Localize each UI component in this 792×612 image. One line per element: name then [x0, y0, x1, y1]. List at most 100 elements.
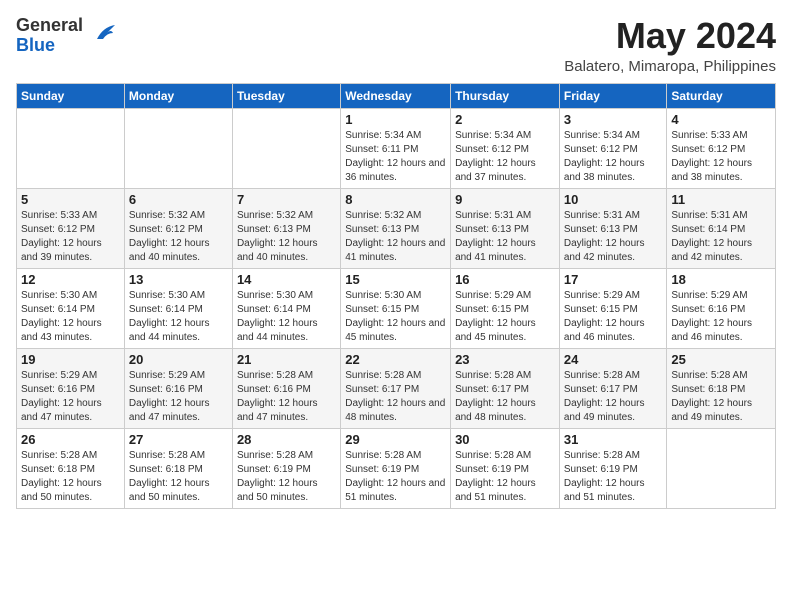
day-info: Sunrise: 5:31 AMSunset: 6:14 PMDaylight:… — [671, 209, 771, 265]
day-info: Sunrise: 5:28 AMSunset: 6:18 PMDaylight:… — [129, 449, 228, 505]
day-number: 2 — [455, 112, 555, 127]
day-number: 23 — [455, 352, 555, 367]
day-number: 9 — [455, 192, 555, 207]
day-info: Sunrise: 5:32 AMSunset: 6:12 PMDaylight:… — [129, 209, 228, 265]
day-info: Sunrise: 5:30 AMSunset: 6:14 PMDaylight:… — [129, 289, 228, 345]
day-info: Sunrise: 5:33 AMSunset: 6:12 PMDaylight:… — [671, 129, 771, 185]
day-number: 21 — [237, 352, 336, 367]
day-info: Sunrise: 5:28 AMSunset: 6:19 PMDaylight:… — [564, 449, 663, 505]
calendar-table: Sunday Monday Tuesday Wednesday Thursday… — [16, 83, 776, 509]
table-row: 1 Sunrise: 5:34 AMSunset: 6:11 PMDayligh… — [341, 108, 451, 188]
col-thursday: Thursday — [451, 83, 560, 108]
day-info: Sunrise: 5:28 AMSunset: 6:17 PMDaylight:… — [564, 369, 663, 425]
table-row: 19 Sunrise: 5:29 AMSunset: 6:16 PMDaylig… — [17, 348, 125, 428]
day-number: 28 — [237, 432, 336, 447]
page: General Blue May 2024 Balatero, Mimaropa… — [0, 0, 792, 525]
table-row: 27 Sunrise: 5:28 AMSunset: 6:18 PMDaylig… — [124, 428, 232, 508]
table-row: 16 Sunrise: 5:29 AMSunset: 6:15 PMDaylig… — [451, 268, 560, 348]
day-info: Sunrise: 5:30 AMSunset: 6:14 PMDaylight:… — [237, 289, 336, 345]
day-number: 30 — [455, 432, 555, 447]
day-info: Sunrise: 5:28 AMSunset: 6:18 PMDaylight:… — [21, 449, 120, 505]
day-info: Sunrise: 5:34 AMSunset: 6:12 PMDaylight:… — [455, 129, 555, 185]
table-row: 9 Sunrise: 5:31 AMSunset: 6:13 PMDayligh… — [451, 188, 560, 268]
table-row: 22 Sunrise: 5:28 AMSunset: 6:17 PMDaylig… — [341, 348, 451, 428]
table-row: 29 Sunrise: 5:28 AMSunset: 6:19 PMDaylig… — [341, 428, 451, 508]
day-info: Sunrise: 5:29 AMSunset: 6:16 PMDaylight:… — [21, 369, 120, 425]
table-row: 18 Sunrise: 5:29 AMSunset: 6:16 PMDaylig… — [667, 268, 776, 348]
logo-blue: Blue — [16, 35, 55, 55]
day-number: 6 — [129, 192, 228, 207]
day-info: Sunrise: 5:28 AMSunset: 6:18 PMDaylight:… — [671, 369, 771, 425]
day-info: Sunrise: 5:29 AMSunset: 6:15 PMDaylight:… — [455, 289, 555, 345]
table-row: 14 Sunrise: 5:30 AMSunset: 6:14 PMDaylig… — [232, 268, 340, 348]
day-number: 22 — [345, 352, 446, 367]
table-row: 17 Sunrise: 5:29 AMSunset: 6:15 PMDaylig… — [559, 268, 667, 348]
day-info: Sunrise: 5:30 AMSunset: 6:15 PMDaylight:… — [345, 289, 446, 345]
table-row: 10 Sunrise: 5:31 AMSunset: 6:13 PMDaylig… — [559, 188, 667, 268]
day-info: Sunrise: 5:29 AMSunset: 6:16 PMDaylight:… — [671, 289, 771, 345]
title-block: May 2024 Balatero, Mimaropa, Philippines — [564, 16, 776, 75]
day-info: Sunrise: 5:28 AMSunset: 6:19 PMDaylight:… — [455, 449, 555, 505]
day-number: 1 — [345, 112, 446, 127]
col-sunday: Sunday — [17, 83, 125, 108]
col-wednesday: Wednesday — [341, 83, 451, 108]
table-row: 25 Sunrise: 5:28 AMSunset: 6:18 PMDaylig… — [667, 348, 776, 428]
month-year: May 2024 — [564, 16, 776, 56]
table-row: 13 Sunrise: 5:30 AMSunset: 6:14 PMDaylig… — [124, 268, 232, 348]
table-row — [17, 108, 125, 188]
day-number: 27 — [129, 432, 228, 447]
day-number: 8 — [345, 192, 446, 207]
day-info: Sunrise: 5:30 AMSunset: 6:14 PMDaylight:… — [21, 289, 120, 345]
day-number: 31 — [564, 432, 663, 447]
day-number: 17 — [564, 272, 663, 287]
logo-bird-icon — [89, 19, 117, 53]
day-number: 10 — [564, 192, 663, 207]
table-row: 23 Sunrise: 5:28 AMSunset: 6:17 PMDaylig… — [451, 348, 560, 428]
table-row — [232, 108, 340, 188]
day-info: Sunrise: 5:31 AMSunset: 6:13 PMDaylight:… — [455, 209, 555, 265]
logo-general: General — [16, 15, 83, 35]
calendar-week-row: 19 Sunrise: 5:29 AMSunset: 6:16 PMDaylig… — [17, 348, 776, 428]
day-info: Sunrise: 5:28 AMSunset: 6:19 PMDaylight:… — [237, 449, 336, 505]
day-info: Sunrise: 5:33 AMSunset: 6:12 PMDaylight:… — [21, 209, 120, 265]
table-row: 15 Sunrise: 5:30 AMSunset: 6:15 PMDaylig… — [341, 268, 451, 348]
table-row: 8 Sunrise: 5:32 AMSunset: 6:13 PMDayligh… — [341, 188, 451, 268]
calendar-week-row: 12 Sunrise: 5:30 AMSunset: 6:14 PMDaylig… — [17, 268, 776, 348]
col-tuesday: Tuesday — [232, 83, 340, 108]
calendar-header-row: Sunday Monday Tuesday Wednesday Thursday… — [17, 83, 776, 108]
table-row: 3 Sunrise: 5:34 AMSunset: 6:12 PMDayligh… — [559, 108, 667, 188]
col-monday: Monday — [124, 83, 232, 108]
day-number: 24 — [564, 352, 663, 367]
day-info: Sunrise: 5:34 AMSunset: 6:12 PMDaylight:… — [564, 129, 663, 185]
day-number: 13 — [129, 272, 228, 287]
day-number: 29 — [345, 432, 446, 447]
day-info: Sunrise: 5:32 AMSunset: 6:13 PMDaylight:… — [345, 209, 446, 265]
table-row: 12 Sunrise: 5:30 AMSunset: 6:14 PMDaylig… — [17, 268, 125, 348]
table-row: 30 Sunrise: 5:28 AMSunset: 6:19 PMDaylig… — [451, 428, 560, 508]
table-row: 21 Sunrise: 5:28 AMSunset: 6:16 PMDaylig… — [232, 348, 340, 428]
table-row: 7 Sunrise: 5:32 AMSunset: 6:13 PMDayligh… — [232, 188, 340, 268]
day-number: 14 — [237, 272, 336, 287]
day-info: Sunrise: 5:29 AMSunset: 6:16 PMDaylight:… — [129, 369, 228, 425]
header: General Blue May 2024 Balatero, Mimaropa… — [16, 16, 776, 75]
day-info: Sunrise: 5:34 AMSunset: 6:11 PMDaylight:… — [345, 129, 446, 185]
day-number: 15 — [345, 272, 446, 287]
table-row: 28 Sunrise: 5:28 AMSunset: 6:19 PMDaylig… — [232, 428, 340, 508]
table-row: 20 Sunrise: 5:29 AMSunset: 6:16 PMDaylig… — [124, 348, 232, 428]
table-row: 4 Sunrise: 5:33 AMSunset: 6:12 PMDayligh… — [667, 108, 776, 188]
day-number: 16 — [455, 272, 555, 287]
col-saturday: Saturday — [667, 83, 776, 108]
day-number: 3 — [564, 112, 663, 127]
col-friday: Friday — [559, 83, 667, 108]
day-number: 20 — [129, 352, 228, 367]
table-row: 6 Sunrise: 5:32 AMSunset: 6:12 PMDayligh… — [124, 188, 232, 268]
day-number: 12 — [21, 272, 120, 287]
day-info: Sunrise: 5:28 AMSunset: 6:16 PMDaylight:… — [237, 369, 336, 425]
table-row: 26 Sunrise: 5:28 AMSunset: 6:18 PMDaylig… — [17, 428, 125, 508]
logo: General Blue — [16, 16, 117, 56]
day-info: Sunrise: 5:28 AMSunset: 6:19 PMDaylight:… — [345, 449, 446, 505]
table-row: 24 Sunrise: 5:28 AMSunset: 6:17 PMDaylig… — [559, 348, 667, 428]
day-number: 18 — [671, 272, 771, 287]
day-info: Sunrise: 5:31 AMSunset: 6:13 PMDaylight:… — [564, 209, 663, 265]
day-number: 5 — [21, 192, 120, 207]
